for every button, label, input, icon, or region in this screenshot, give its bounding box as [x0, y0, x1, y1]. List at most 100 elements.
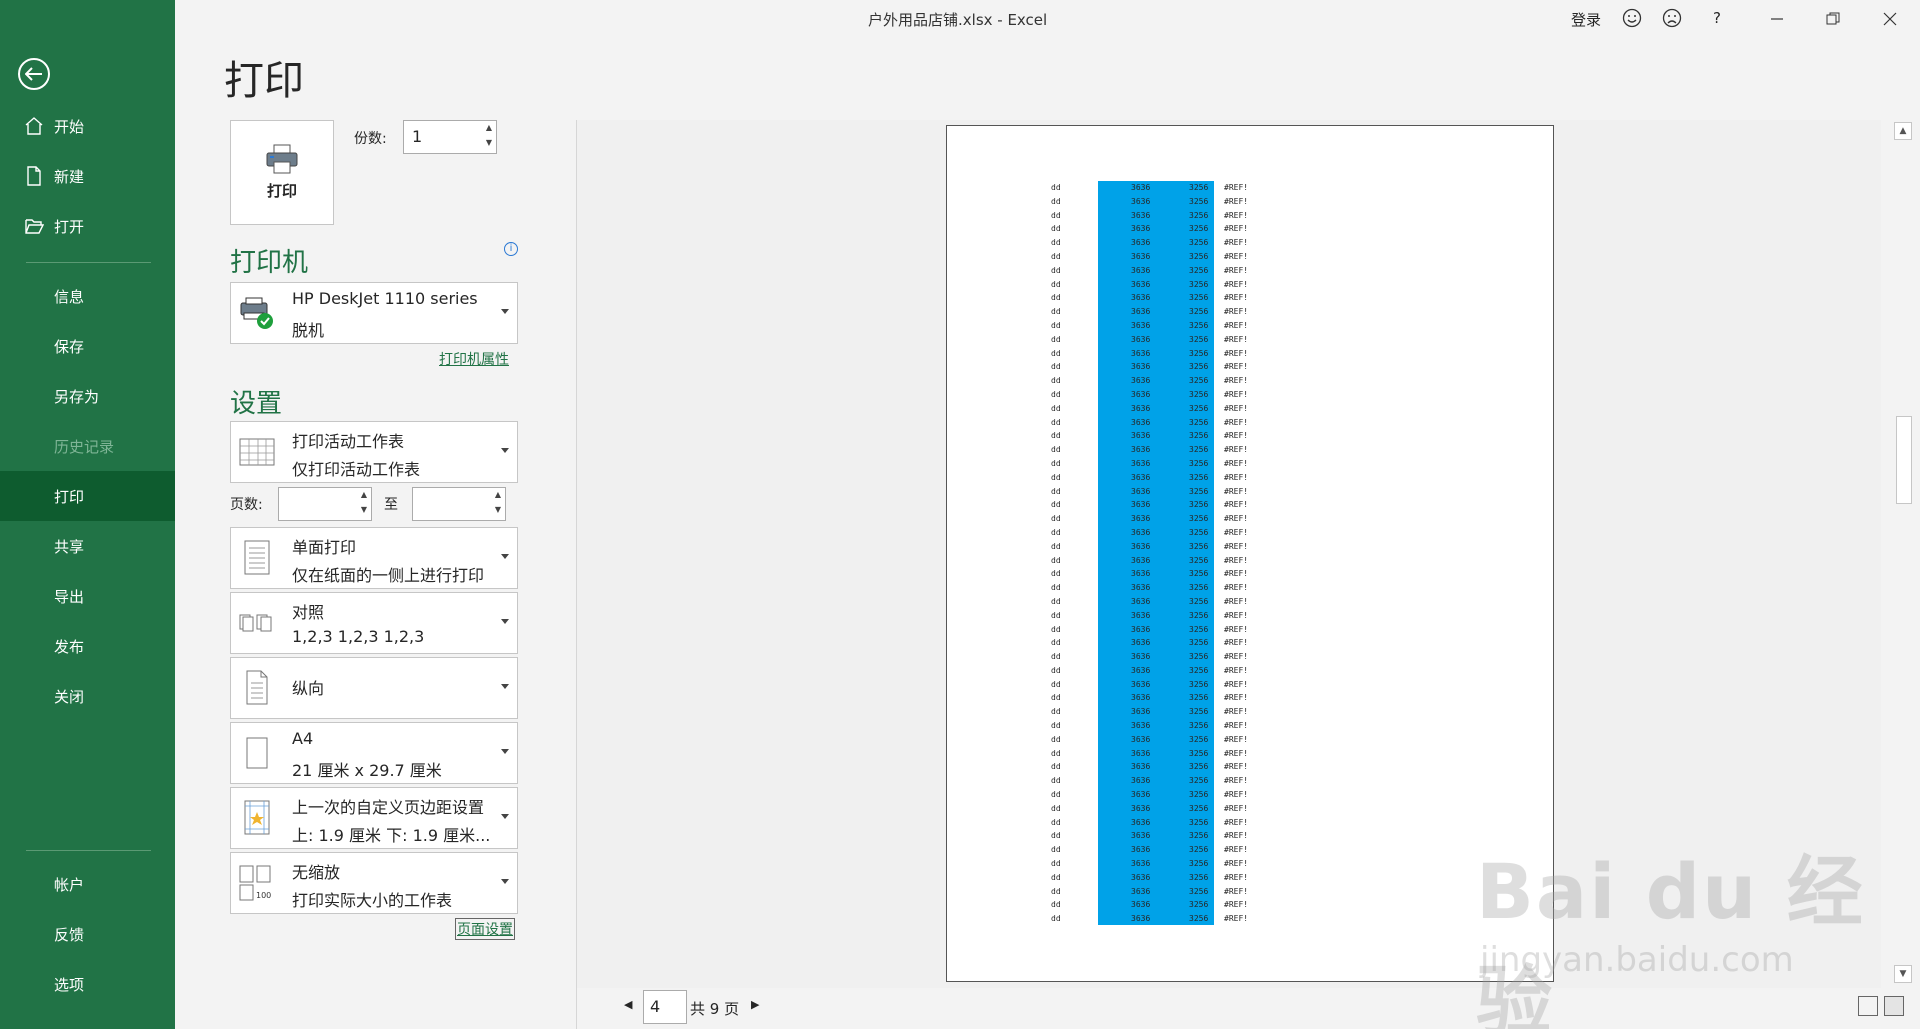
nav-export[interactable]: 导出	[0, 571, 175, 621]
table-cell: dd	[1051, 872, 1061, 882]
table-cell: 3636	[1131, 251, 1151, 261]
page-to-stepper[interactable]: ▲ ▼	[412, 487, 506, 521]
table-cell: 3636	[1131, 472, 1151, 482]
table-cell: 3256	[1189, 279, 1209, 289]
table-cell: #REF!	[1224, 445, 1249, 455]
smile-feedback-icon[interactable]	[1622, 8, 1642, 28]
paper-title: A4	[292, 729, 314, 748]
table-cell: 3636	[1131, 555, 1151, 565]
print-button[interactable]: 打印	[230, 120, 334, 225]
scroll-thumb[interactable]	[1896, 416, 1912, 504]
nav-feedback[interactable]: 反馈	[0, 909, 175, 959]
nav-close[interactable]: 关闭	[0, 671, 175, 721]
table-row: dd 3636 3256 #REF!	[947, 209, 1553, 223]
nav-save-as[interactable]: 另存为	[0, 371, 175, 421]
paper-size-dropdown[interactable]: A4 21 厘米 x 29.7 厘米	[230, 722, 518, 784]
spin-down-icon[interactable]: ▼	[495, 505, 501, 514]
table-cell: dd	[1051, 693, 1061, 703]
margins-icon	[244, 800, 270, 835]
table-row: dd 3636 3256 #REF!	[947, 305, 1553, 319]
nav-home[interactable]: 开始	[0, 101, 175, 151]
prev-page-icon[interactable]: ◀	[624, 998, 632, 1011]
current-page-input[interactable]: 4	[643, 990, 687, 1024]
table-cell: 3636	[1131, 403, 1151, 413]
table-cell: 3256	[1189, 803, 1209, 813]
table-cell: 3636	[1131, 748, 1151, 758]
table-row: dd 3636 3256 #REF!	[947, 195, 1553, 209]
sides-dropdown[interactable]: 单面打印 仅在纸面的一侧上进行打印	[230, 527, 518, 589]
table-cell: 3256	[1189, 693, 1209, 703]
table-cell: 3636	[1131, 307, 1151, 317]
printer-dropdown[interactable]: HP DeskJet 1110 series 脱机	[230, 282, 518, 344]
spin-up-icon[interactable]: ▲	[495, 490, 501, 499]
orientation-title: 纵向	[292, 679, 325, 698]
spin-up-icon[interactable]: ▲	[486, 123, 492, 132]
collate-dropdown[interactable]: 对照 1,2,3 1,2,3 1,2,3	[230, 592, 518, 654]
nav-info[interactable]: 信息	[0, 271, 175, 321]
table-row: dd 3636 3256 #REF!	[947, 236, 1553, 250]
table-cell: dd	[1051, 555, 1061, 565]
nav-publish[interactable]: 发布	[0, 621, 175, 671]
page-setup-link[interactable]: 页面设置	[455, 918, 515, 940]
close-window-icon[interactable]	[1883, 12, 1897, 26]
nav-save[interactable]: 保存	[0, 321, 175, 371]
table-cell: 3256	[1189, 707, 1209, 717]
restore-icon[interactable]	[1826, 12, 1840, 26]
printer-properties-link[interactable]: 打印机属性	[439, 349, 509, 369]
table-cell: 3256	[1189, 638, 1209, 648]
nav-new[interactable]: 新建	[0, 151, 175, 201]
table-row: dd 3636 3256 #REF!	[947, 540, 1553, 554]
table-cell: 3636	[1131, 265, 1151, 275]
table-row: dd 3636 3256 #REF!	[947, 623, 1553, 637]
table-cell: #REF!	[1224, 845, 1249, 855]
nav-account[interactable]: 帐户	[0, 859, 175, 909]
table-cell: #REF!	[1224, 790, 1249, 800]
table-cell: 3256	[1189, 196, 1209, 206]
print-what-dropdown[interactable]: 打印活动工作表 仅打印活动工作表	[230, 421, 518, 483]
table-cell: dd	[1051, 583, 1061, 593]
table-cell: dd	[1051, 803, 1061, 813]
spin-down-icon[interactable]: ▼	[361, 505, 367, 514]
spin-up-icon[interactable]: ▲	[361, 490, 367, 499]
table-cell: 3636	[1131, 665, 1151, 675]
login-link[interactable]: 登录	[1571, 9, 1601, 30]
nav-options[interactable]: 选项	[0, 959, 175, 1009]
table-row: dd 3636 3256 #REF!	[947, 429, 1553, 443]
table-cell: 3636	[1131, 707, 1151, 717]
nav-label: 反馈	[54, 925, 85, 944]
nav-share[interactable]: 共享	[0, 521, 175, 571]
page-from-stepper[interactable]: ▲ ▼	[278, 487, 372, 521]
minimize-icon[interactable]	[1770, 12, 1784, 26]
info-icon[interactable]: i	[504, 242, 518, 256]
next-page-icon[interactable]: ▶	[751, 998, 759, 1011]
back-arrow-icon[interactable]	[18, 58, 50, 90]
table-cell: 3256	[1189, 445, 1209, 455]
table-cell: 3636	[1131, 389, 1151, 399]
table-row: dd 3636 3256 #REF!	[947, 733, 1553, 747]
margins-dropdown[interactable]: 上一次的自定义页边距设置 上: 1.9 厘米 下: 1.9 厘米...	[230, 787, 518, 849]
frown-feedback-icon[interactable]	[1662, 8, 1682, 28]
spin-down-icon[interactable]: ▼	[486, 138, 492, 147]
table-cell: 3256	[1189, 624, 1209, 634]
table-cell: dd	[1051, 472, 1061, 482]
table-cell: #REF!	[1224, 210, 1249, 220]
table-cell: dd	[1051, 514, 1061, 524]
table-cell: #REF!	[1224, 638, 1249, 648]
table-cell: dd	[1051, 638, 1061, 648]
nav-label: 新建	[54, 167, 85, 186]
printer-ready-icon	[240, 297, 273, 329]
help-button[interactable]: ?	[1713, 9, 1721, 27]
table-cell: 3256	[1189, 183, 1209, 192]
scaling-dropdown[interactable]: 100 无缩放 打印实际大小的工作表	[230, 852, 518, 914]
table-cell: 3256	[1189, 431, 1209, 441]
table-cell: 3256	[1189, 458, 1209, 468]
collate-desc: 1,2,3 1,2,3 1,2,3	[292, 627, 425, 646]
scroll-up-icon[interactable]: ▲	[1894, 122, 1912, 140]
table-cell: 3256	[1189, 817, 1209, 827]
nav-open[interactable]: 打开	[0, 201, 175, 251]
nav-label: 打开	[54, 217, 85, 236]
orientation-dropdown[interactable]: 纵向	[230, 657, 518, 719]
nav-print[interactable]: 打印	[0, 471, 175, 521]
copies-stepper[interactable]: 1 ▲ ▼	[403, 120, 497, 154]
table-row: dd 3636 3256 #REF!	[947, 747, 1553, 761]
